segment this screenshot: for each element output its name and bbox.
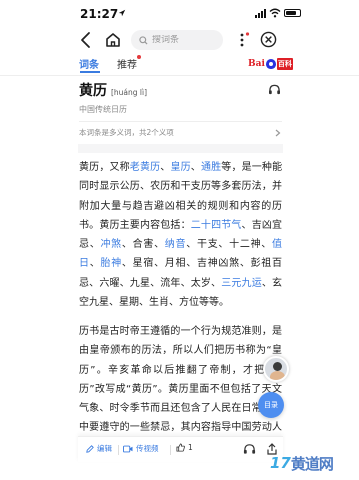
toolbar-divider: [118, 445, 119, 455]
cellular-signal-icon: [255, 9, 266, 18]
text-span: 、干支、十二神、: [186, 239, 273, 251]
watermark-number: 17: [270, 454, 291, 472]
divider: [79, 121, 282, 122]
link-chongsha[interactable]: 冲煞: [100, 239, 121, 250]
table-of-contents-button[interactable]: 目录: [258, 392, 284, 418]
text-span: 、: [89, 258, 101, 270]
watermark-text: 黄道网: [290, 454, 334, 473]
link-huangli[interactable]: 皇历: [170, 162, 190, 173]
link-nayin[interactable]: 纳音: [165, 239, 186, 250]
battery-icon: [284, 9, 301, 17]
more-options-icon[interactable]: [237, 31, 251, 49]
baidu-baike-logo[interactable]: Bai 百科: [248, 57, 293, 70]
link-sanyuan-jiuyun[interactable]: 三元九运: [221, 278, 262, 289]
paw-icon: [265, 58, 276, 69]
wifi-icon: [269, 8, 281, 18]
thumbs-up-icon: [176, 443, 185, 452]
logo-tag-text: 百科: [276, 57, 293, 70]
logo-brand-text: Bai: [248, 58, 265, 69]
headphones-icon[interactable]: [268, 84, 281, 95]
nav-bar: [0, 28, 359, 52]
back-arrow-icon[interactable]: [78, 31, 94, 49]
link-taishen[interactable]: 胎神: [100, 258, 121, 269]
entry-subtitle: 中国传统日历: [79, 105, 127, 114]
edit-button[interactable]: 编辑: [86, 443, 112, 454]
floating-avatar[interactable]: [263, 356, 289, 382]
link-tongsheng[interactable]: 通胜: [201, 162, 221, 173]
tab-active-indicator: [80, 71, 100, 73]
page-title: 黄历: [79, 83, 107, 99]
bottom-toolbar: 编辑 传视频 1: [78, 436, 283, 462]
chevron-right-icon[interactable]: [275, 129, 281, 137]
video-camera-icon: [123, 445, 133, 452]
listen-headphones-icon[interactable]: [243, 443, 256, 455]
search-input[interactable]: [152, 35, 217, 45]
toolbar-divider: [170, 445, 171, 455]
pencil-icon: [86, 444, 94, 453]
edit-label: 编辑: [97, 444, 112, 453]
text-span: 、: [160, 162, 171, 173]
search-bar[interactable]: [131, 30, 223, 50]
pinyin: [huáng lì]: [111, 88, 148, 97]
tab-recommend[interactable]: 推荐: [117, 56, 137, 71]
entry-heading: 黄历 [huáng lì]: [79, 80, 147, 100]
tab-bar: 词条 推荐 Bai 百科: [0, 54, 359, 76]
close-icon[interactable]: [260, 31, 277, 48]
like-button[interactable]: 1: [176, 443, 193, 452]
home-icon[interactable]: [104, 31, 122, 49]
video-label: 传视频: [136, 444, 159, 453]
tab-entry[interactable]: 词条: [79, 56, 99, 71]
text-span: 、: [190, 162, 201, 173]
status-time: 21:27: [80, 7, 119, 21]
search-icon: [139, 35, 148, 45]
upload-video-button[interactable]: 传视频: [123, 443, 159, 454]
location-arrow-icon: [118, 9, 126, 17]
notification-dot: [137, 55, 141, 59]
site-watermark: 17 黄道网: [270, 452, 334, 474]
polysemy-notice[interactable]: 本词条是多义词，共2个义项: [79, 127, 174, 138]
intro-paragraph: 黄历，又称老黄历、皇历、通胜等，是一种能同时显示公历、农历和干支历等多套历法，并…: [79, 158, 282, 312]
status-bar: 21:27: [0, 0, 359, 28]
link-solar-terms[interactable]: 二十四节气: [191, 220, 242, 231]
like-count: 1: [188, 443, 193, 452]
text-span: 黄历，又称: [79, 162, 130, 173]
section-separator: [78, 144, 283, 153]
link-lao-huangli[interactable]: 老黄历: [130, 162, 160, 173]
text-span: 、合害、: [121, 239, 165, 251]
